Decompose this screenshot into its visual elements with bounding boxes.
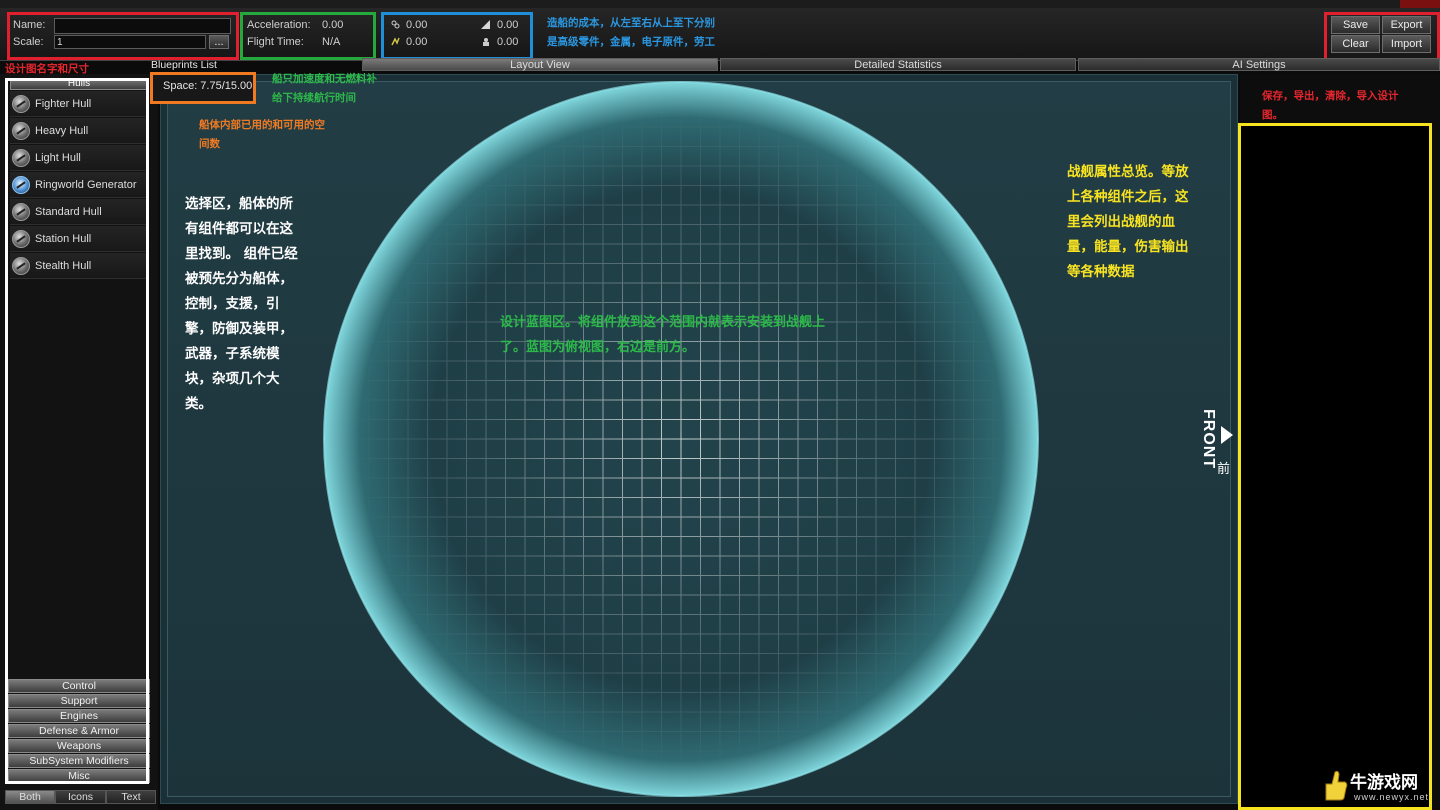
- view-mode-text[interactable]: Text: [106, 790, 156, 804]
- front-cn-label: 前: [1217, 461, 1231, 476]
- acceleration-annotation: 船只加速度和无燃料补 给下持续航行时间: [272, 73, 377, 104]
- metal-icon: [481, 20, 490, 29]
- electronics-icon: [391, 37, 400, 46]
- tab-detailed-statistics[interactable]: Detailed Statistics: [720, 58, 1076, 71]
- cost-annotation: 造船的成本，从左至右从上至下分别 是高级零件，金属，电子原件，劳工: [547, 17, 715, 48]
- tab-layout-view[interactable]: Layout View: [362, 58, 718, 71]
- window-close-area[interactable]: [1400, 0, 1440, 8]
- save-button[interactable]: Save: [1331, 16, 1380, 34]
- front-label: FRONT: [1200, 409, 1217, 470]
- watermark-text: 牛游戏网: [1350, 773, 1418, 793]
- blueprints-list-label: Blueprints List: [151, 59, 217, 71]
- name-input[interactable]: [54, 18, 231, 34]
- front-marker: FRONT 前: [1200, 400, 1233, 476]
- stats-annotation: 战舰属性总览。等放 上各种组件之后，这 里会列出战舰的血 量，能量，伤害输出 等…: [1067, 164, 1189, 280]
- export-button[interactable]: Export: [1382, 16, 1431, 34]
- watermark-url: www.newyx.net: [1354, 792, 1430, 802]
- site-watermark: 牛游戏网 www.newyx.net: [1322, 766, 1434, 806]
- acceleration-label: Acceleration:: [247, 19, 311, 31]
- selection-area-highlight: [5, 78, 149, 784]
- blueprint-annotation: 设计蓝图区。将组件放到这个范围内就表示安装到战舰上 了。蓝图为俯视图，右边是前方…: [500, 315, 826, 355]
- thumbs-up-logo-icon: [1325, 770, 1348, 801]
- scale-input[interactable]: 1: [54, 35, 206, 49]
- advanced-parts-icon: [391, 20, 400, 29]
- metal-value: 0.00: [497, 19, 519, 31]
- labor-icon: [483, 38, 489, 46]
- browse-button[interactable]: ...: [209, 35, 229, 49]
- front-arrow-icon: [1221, 426, 1233, 444]
- selection-annotation: 选择区，船体的所 有组件都可以在这 里找到。 组件已经 被预先分为船体， 控制，…: [185, 196, 298, 412]
- stats-panel-highlight: [1238, 123, 1432, 810]
- electronics-value: 0.00: [406, 36, 428, 48]
- labor-value: 0.00: [497, 36, 519, 48]
- space-label: Space: 7.75/15.00: [163, 80, 253, 92]
- scale-label: Scale:: [13, 36, 44, 48]
- name-label: Name:: [13, 19, 46, 31]
- flight-time-value: N/A: [322, 36, 341, 48]
- view-mode-icons[interactable]: Icons: [55, 790, 106, 804]
- view-mode-both[interactable]: Both: [5, 790, 55, 804]
- import-button[interactable]: Import: [1382, 35, 1431, 53]
- actions-annotation: 保存，导出，清除，导入设计 图。: [1262, 90, 1399, 121]
- tab-ai-settings[interactable]: AI Settings: [1078, 58, 1440, 71]
- acceleration-value: 0.00: [322, 19, 344, 31]
- space-annotation: 船体内部已用的和可用的空 间数: [199, 119, 325, 150]
- advanced-parts-value: 0.00: [406, 19, 428, 31]
- clear-button[interactable]: Clear: [1331, 35, 1380, 53]
- flight-time-label: Flight Time:: [247, 36, 304, 48]
